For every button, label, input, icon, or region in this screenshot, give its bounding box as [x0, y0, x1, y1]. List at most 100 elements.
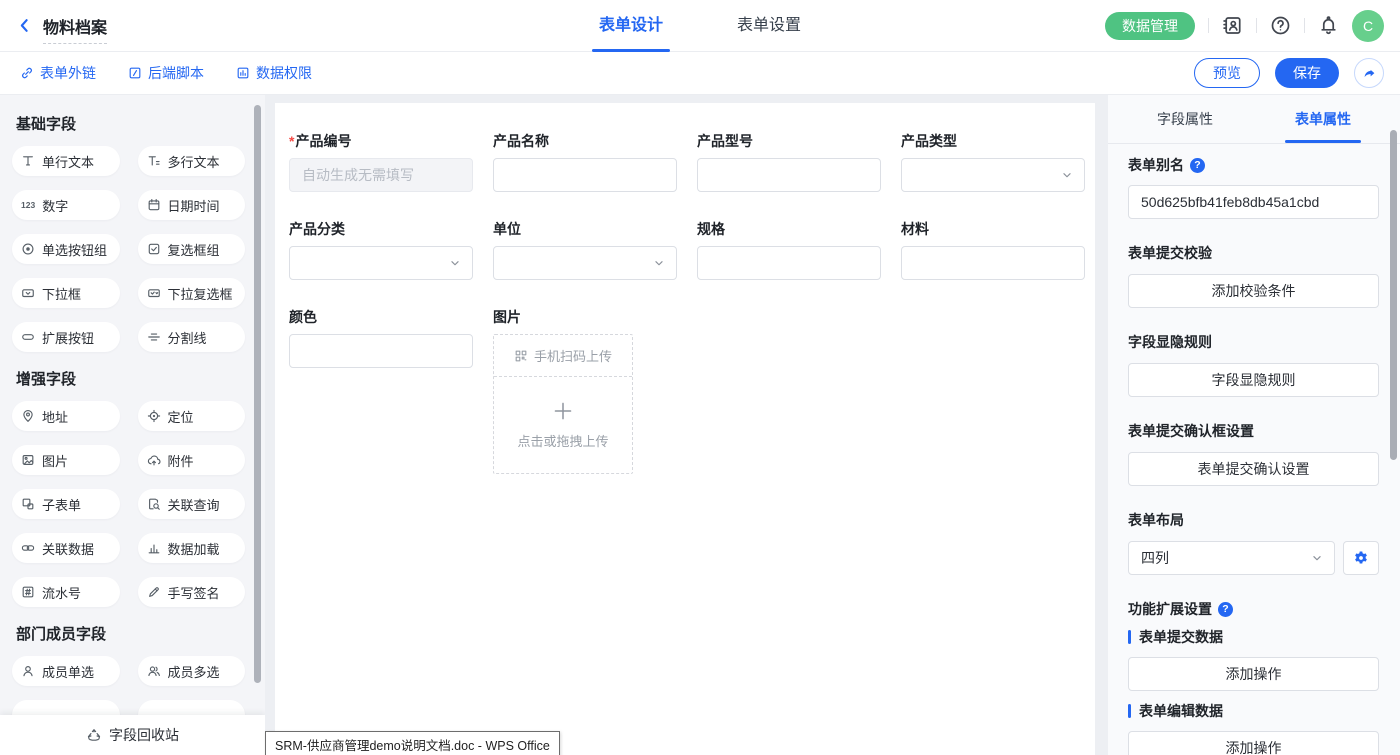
panel-sections: 表单提交校验添加校验条件字段显隐规则字段显隐规则表单提交确认框设置表单提交确认设…	[1128, 245, 1379, 486]
field-input[interactable]	[289, 334, 473, 368]
field-input[interactable]	[289, 158, 473, 192]
form-layout-select[interactable]: 四列	[1128, 541, 1335, 575]
data-manage-button[interactable]: 数据管理	[1105, 12, 1195, 40]
field-type-button[interactable]: 多行文本	[138, 146, 246, 176]
properties-tab[interactable]: 表单属性	[1254, 95, 1392, 143]
preview-button[interactable]: 预览	[1194, 58, 1260, 88]
field-type-label: 下拉框	[42, 284, 81, 303]
form-field[interactable]: 图片手机扫码上传点击或拖拽上传	[493, 309, 677, 474]
save-button[interactable]: 保存	[1275, 58, 1339, 88]
help-badge-icon[interactable]: ?	[1218, 602, 1233, 617]
field-type-button[interactable]: 流水号	[12, 577, 120, 607]
divider	[1304, 18, 1305, 33]
divider	[1256, 18, 1257, 33]
toolbar-link-label: 后端脚本	[148, 63, 204, 83]
field-type-button[interactable]: 分割线	[138, 322, 246, 352]
panel-section-button[interactable]: 表单提交确认设置	[1128, 452, 1379, 486]
properties-panel: 字段属性表单属性 表单别名 ? 表单提交校验添加校验条件字段显隐规则字段显隐规则…	[1108, 95, 1400, 755]
field-type-button[interactable]: 地址	[12, 401, 120, 431]
field-recycle-bin[interactable]: 字段回收站	[0, 715, 265, 755]
drop-upload-area[interactable]: 点击或拖拽上传	[494, 377, 632, 473]
form-field[interactable]: 材料	[901, 221, 1085, 280]
field-type-button[interactable]: 关联数据	[12, 533, 120, 563]
form-layout-section: 表单布局 四列	[1128, 512, 1379, 575]
form-field[interactable]: 颜色	[289, 309, 473, 474]
field-type-button[interactable]: 单选按钮组	[12, 234, 120, 264]
field-input[interactable]	[493, 158, 677, 192]
back-button[interactable]	[16, 17, 33, 34]
form-field[interactable]: 规格	[697, 221, 881, 280]
user-avatar[interactable]: C	[1352, 10, 1384, 42]
form-layout-value: 四列	[1141, 548, 1169, 568]
form-field[interactable]: 产品类型	[901, 133, 1085, 192]
field-select[interactable]	[289, 246, 473, 280]
field-type-button[interactable]: 日期时间	[138, 190, 246, 220]
field-type-button[interactable]: 扩展按钮	[12, 322, 120, 352]
field-type-button[interactable]: 子表单	[12, 489, 120, 519]
help-icon[interactable]	[1270, 15, 1291, 36]
plus-icon	[552, 400, 574, 422]
page-title[interactable]: 物料档案	[43, 14, 107, 44]
number-icon: 123	[21, 200, 35, 210]
form-alias-input[interactable]	[1128, 185, 1379, 219]
field-type-label: 附件	[168, 451, 194, 470]
field-type-button[interactable]: 手写签名	[138, 577, 246, 607]
form-field[interactable]: 产品型号	[697, 133, 881, 192]
field-label: 产品类型	[901, 133, 1085, 149]
field-input[interactable]	[697, 158, 881, 192]
toolbar-link[interactable]: 后端脚本	[128, 63, 204, 83]
help-badge-icon[interactable]: ?	[1190, 158, 1205, 173]
extension-subsection: 表单编辑数据添加操作	[1128, 703, 1379, 755]
chevron-down-icon	[652, 256, 666, 270]
field-type-button[interactable]: 图片	[12, 445, 120, 475]
field-type-button[interactable]: 123数字	[12, 190, 120, 220]
panel-section-label: 表单提交确认框设置	[1128, 423, 1379, 439]
field-label: 图片	[493, 309, 677, 325]
field-input[interactable]	[901, 246, 1085, 280]
panel-section-button[interactable]: 字段显隐规则	[1128, 363, 1379, 397]
field-type-button[interactable]: 成员多选	[138, 656, 246, 686]
scan-upload-button[interactable]: 手机扫码上传	[494, 335, 632, 377]
add-action-button[interactable]: 添加操作	[1128, 731, 1379, 755]
field-type-button[interactable]: 成员单选	[12, 656, 120, 686]
field-type-button[interactable]: 下拉复选框	[138, 278, 246, 308]
header-tab[interactable]: 表单设计	[599, 0, 663, 52]
field-type-button[interactable]: 复选框组	[138, 234, 246, 264]
header-tab[interactable]: 表单设置	[737, 0, 801, 52]
select-icon	[21, 286, 35, 300]
share-button[interactable]	[1354, 58, 1384, 88]
notification-bell-icon[interactable]	[1318, 15, 1339, 36]
form-canvas[interactable]: *产品编号产品名称产品型号产品类型产品分类单位规格材料颜色图片手机扫码上传点击或…	[275, 103, 1095, 755]
field-type-button[interactable]: 定位	[138, 401, 246, 431]
panel-section-button[interactable]: 添加校验条件	[1128, 274, 1379, 308]
member-single-icon	[21, 664, 35, 678]
form-field[interactable]: 产品分类	[289, 221, 473, 280]
field-type-button[interactable]: 单行文本	[12, 146, 120, 176]
field-select[interactable]	[493, 246, 677, 280]
sidebar-scrollbar[interactable]	[254, 105, 261, 683]
toolbar-link[interactable]: 数据权限	[236, 63, 312, 83]
properties-tab[interactable]: 字段属性	[1116, 95, 1254, 143]
linked-data-icon	[21, 541, 35, 555]
address-book-icon[interactable]	[1222, 15, 1243, 36]
panel-section: 字段显隐规则字段显隐规则	[1128, 334, 1379, 397]
field-type-label: 日期时间	[168, 196, 220, 215]
form-field[interactable]: 单位	[493, 221, 677, 280]
chevron-down-icon	[1060, 168, 1074, 182]
toolbar-link[interactable]: 表单外链	[20, 63, 96, 83]
panel-scrollbar[interactable]	[1390, 130, 1397, 460]
add-action-button[interactable]: 添加操作	[1128, 657, 1379, 691]
field-type-button[interactable]: 数据加载	[138, 533, 246, 563]
header-tabs: 表单设计 表单设置	[599, 0, 801, 52]
field-select[interactable]	[901, 158, 1085, 192]
field-type-button[interactable]: 下拉框	[12, 278, 120, 308]
field-section-title: 增强字段	[16, 368, 245, 389]
form-field[interactable]: *产品编号	[289, 133, 473, 192]
layout-settings-button[interactable]	[1343, 541, 1379, 575]
field-type-button[interactable]: 附件	[138, 445, 246, 475]
field-library-list: 基础字段单行文本多行文本123数字日期时间单选按钮组复选框组下拉框下拉复选框扩展…	[0, 95, 265, 730]
form-field[interactable]: 产品名称	[493, 133, 677, 192]
field-type-button[interactable]: 关联查询	[138, 489, 246, 519]
field-label: 规格	[697, 221, 881, 237]
field-input[interactable]	[697, 246, 881, 280]
